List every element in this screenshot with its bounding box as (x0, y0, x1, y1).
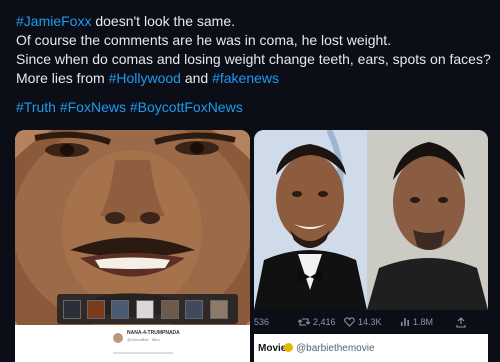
tweet-line-3: Since when do comas and losing weight ch… (16, 51, 491, 67)
embedded-author-name: NANA-4-TRUMPNADA (127, 330, 180, 336)
tweet-line-4-mid: and (180, 70, 213, 86)
hashtag-truth[interactable]: #Truth (16, 99, 56, 115)
thumbnail[interactable] (136, 300, 154, 319)
thumbnail[interactable] (161, 300, 179, 319)
retweet-count: 2,416 (313, 317, 336, 327)
tweet-action-bar: 536 2,416 14.3K 1.8M (254, 310, 488, 334)
share-icon (456, 317, 466, 328)
hashtag-fakenews[interactable]: #fakenews (212, 70, 279, 86)
quoted-tweet-header[interactable]: Movie @barbiethemovie (254, 334, 488, 362)
hashtag-hollywood[interactable]: #Hollywood (109, 70, 181, 86)
quoted-author-name: Movie (258, 343, 287, 354)
embedded-text-line (113, 352, 173, 354)
views-button[interactable]: 1.8M (400, 317, 433, 327)
hashtag-boycottfoxnews[interactable]: #BoycottFoxNews (130, 99, 243, 115)
media-image-right[interactable]: 536 2,416 14.3K 1.8M Movie @barbiethemov… (254, 130, 488, 362)
verified-badge-icon (284, 343, 293, 352)
embedded-author-handle: @GinnaBell · 88m (127, 337, 160, 342)
thumbnail[interactable] (210, 300, 228, 319)
retweet-icon (298, 318, 310, 326)
thumbnail[interactable] (63, 300, 81, 319)
tweet-line-1-text: doesn't look the same. (91, 13, 236, 29)
reply-count[interactable]: 536 (254, 317, 269, 327)
heart-icon (344, 317, 355, 327)
views-count: 1.8M (413, 317, 434, 327)
tweet-line-2: Of course the comments are he was in com… (16, 32, 392, 48)
reply-count-label: 536 (254, 317, 270, 327)
thumbnail-strip (57, 294, 238, 324)
thumbnail[interactable] (87, 300, 105, 319)
photo-tuxedo (254, 130, 367, 310)
tweet-text: #JamieFoxx doesn't look the same. Of cou… (16, 12, 494, 117)
hashtag-jamiefoxx[interactable]: #JamieFoxx (16, 13, 91, 29)
hashtag-foxnews[interactable]: #FoxNews (60, 99, 126, 115)
avatar (113, 333, 123, 343)
thumbnail[interactable] (185, 300, 203, 319)
views-icon (401, 318, 409, 326)
share-button[interactable] (456, 317, 466, 328)
thumbnail[interactable] (111, 300, 129, 319)
like-count: 14.3K (358, 317, 382, 327)
tweet-line-4: More lies from #Hollywood and #fakenews (16, 69, 494, 88)
hashtag-row: #Truth #FoxNews #BoycottFoxNews (16, 98, 494, 117)
tweet-line-4-start: More lies from (16, 70, 109, 86)
quoted-author-handle: @barbiethemovie (296, 343, 375, 354)
media-image-left[interactable]: NANA-4-TRUMPNADA @GinnaBell · 88m (15, 130, 250, 362)
tweet-line-1: #JamieFoxx doesn't look the same. (16, 12, 494, 31)
like-button[interactable]: 14.3K (344, 317, 382, 327)
photo-selfie (367, 130, 488, 310)
retweet-button[interactable]: 2,416 (298, 317, 336, 327)
embedded-post-footer: NANA-4-TRUMPNADA @GinnaBell · 88m (15, 325, 250, 362)
